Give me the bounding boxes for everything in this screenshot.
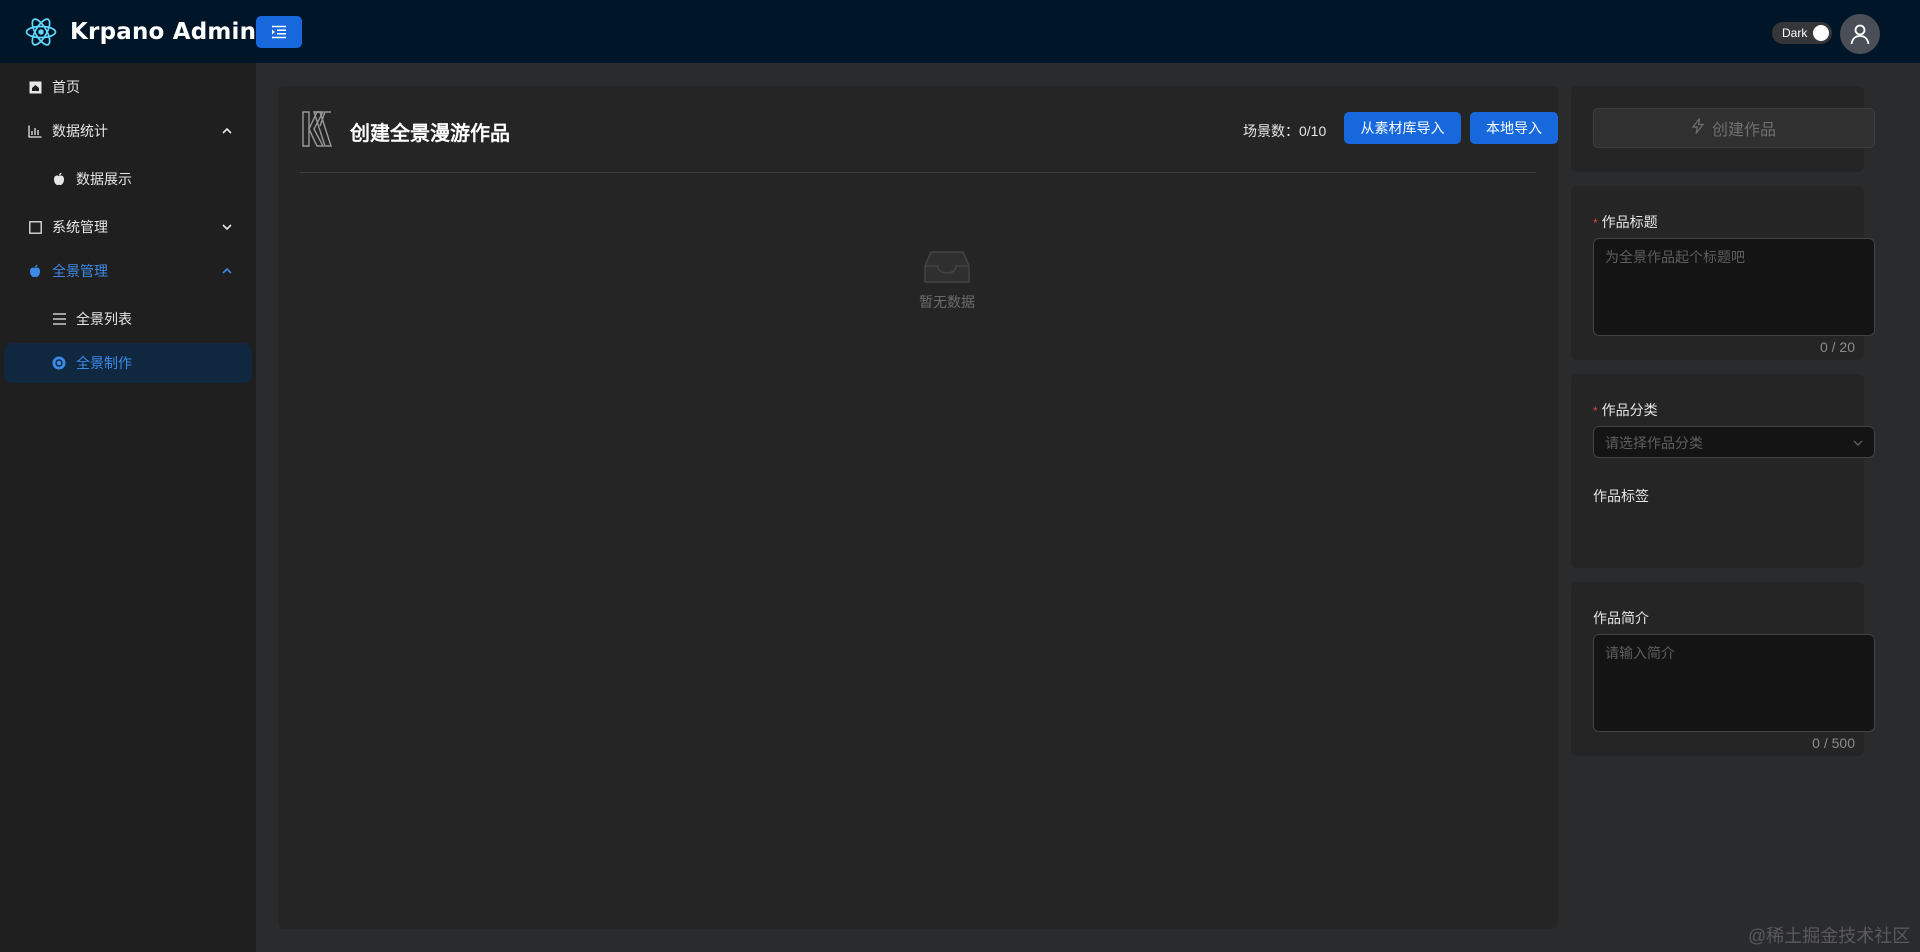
required-mark: * bbox=[1593, 404, 1598, 418]
sidebar-item-panorama-create[interactable]: 全景制作 bbox=[4, 343, 252, 383]
apple-icon bbox=[28, 264, 42, 278]
empty-state: 暂无数据 bbox=[892, 246, 1002, 312]
sidebar: 首页 数据统计 数据展示 系统管理 全景管理 全景列表 全景制作 bbox=[0, 63, 256, 952]
bar-chart-icon bbox=[28, 124, 42, 138]
user-icon bbox=[1850, 24, 1870, 45]
empty-text: 暂无数据 bbox=[919, 294, 975, 310]
thunderbolt-icon bbox=[1691, 118, 1705, 138]
sidebar-item-label: 全景制作 bbox=[76, 355, 132, 371]
theme-toggle[interactable]: Dark bbox=[1772, 22, 1832, 44]
sidebar-item-label: 全景管理 bbox=[52, 263, 108, 279]
category-select[interactable]: 请选择作品分类 bbox=[1593, 426, 1875, 458]
krpano-logo-icon bbox=[302, 111, 332, 147]
sidebar-item-panorama-list[interactable]: 全景列表 bbox=[4, 299, 252, 339]
chevron-up-icon bbox=[222, 127, 232, 134]
sidebar-item-label: 系统管理 bbox=[52, 219, 108, 235]
sidebar-item-home[interactable]: 首页 bbox=[4, 67, 252, 107]
theme-toggle-label: Dark bbox=[1782, 26, 1808, 40]
sidebar-item-label: 首页 bbox=[52, 79, 80, 95]
chevron-down-icon bbox=[1853, 440, 1863, 446]
panel-header: 创建全景漫游作品 场景数：0/10 从素材库导入 本地导入 bbox=[300, 108, 1558, 150]
title-card: * 作品标题 为全景作品起个标题吧 0 / 20 bbox=[1571, 186, 1875, 360]
title-label: * 作品标题 bbox=[1593, 212, 1658, 232]
title-label-text: 作品标题 bbox=[1601, 214, 1658, 230]
sidebar-item-label: 数据展示 bbox=[76, 171, 132, 187]
home-icon bbox=[28, 80, 42, 94]
watermark: @稀土掘金技术社区 bbox=[1748, 926, 1911, 946]
apple-icon bbox=[52, 172, 66, 186]
title-textarea[interactable]: 为全景作品起个标题吧 bbox=[1593, 238, 1875, 336]
required-mark: * bbox=[1593, 216, 1598, 230]
import-local-button[interactable]: 本地导入 bbox=[1470, 112, 1558, 144]
create-work-label: 创建作品 bbox=[1711, 122, 1776, 139]
description-card: 作品简介 请输入简介 0 / 500 bbox=[1571, 582, 1875, 756]
description-label: 作品简介 bbox=[1593, 610, 1649, 626]
scene-panel: 创建全景漫游作品 场景数：0/10 从素材库导入 本地导入 暂无数据 bbox=[278, 86, 1558, 929]
category-label: * 作品分类 bbox=[1593, 400, 1658, 420]
tags-label: 作品标签 bbox=[1593, 488, 1649, 504]
category-label-text: 作品分类 bbox=[1601, 402, 1658, 418]
create-work-button[interactable]: 创建作品 bbox=[1593, 108, 1875, 148]
list-icon bbox=[52, 312, 66, 326]
create-card: 创建作品 bbox=[1571, 86, 1875, 172]
description-textarea[interactable]: 请输入简介 bbox=[1593, 634, 1875, 732]
app-logo[interactable]: Krpano Admin bbox=[24, 15, 256, 49]
app-title: Krpano Admin bbox=[70, 18, 257, 45]
react-atom-icon bbox=[25, 17, 57, 46]
description-counter: 0 / 500 bbox=[1812, 735, 1855, 751]
category-card: * 作品分类 请选择作品分类 作品标签 bbox=[1571, 374, 1875, 568]
sidebar-item-stats[interactable]: 数据统计 bbox=[4, 111, 252, 151]
sidebar-item-label: 数据统计 bbox=[52, 123, 108, 139]
scene-count-label: 场景数： bbox=[1243, 123, 1299, 139]
category-placeholder: 请选择作品分类 bbox=[1605, 435, 1703, 451]
panorama-icon bbox=[52, 356, 66, 370]
sidebar-item-panorama[interactable]: 全景管理 bbox=[4, 251, 252, 291]
import-from-library-button[interactable]: 从素材库导入 bbox=[1344, 112, 1461, 144]
inbox-empty-icon bbox=[924, 251, 970, 283]
sidebar-item-data-display[interactable]: 数据展示 bbox=[4, 159, 252, 199]
avatar[interactable] bbox=[1840, 14, 1880, 54]
sidebar-item-system[interactable]: 系统管理 bbox=[4, 207, 252, 247]
theme-toggle-knob bbox=[1813, 25, 1829, 41]
menu-fold-icon bbox=[272, 25, 286, 39]
scene-count: 场景数：0/10 bbox=[1243, 121, 1326, 141]
top-header: Krpano Admin Dark bbox=[0, 0, 1920, 63]
menu-toggle-button[interactable] bbox=[256, 16, 302, 48]
page-title: 创建全景漫游作品 bbox=[350, 123, 510, 145]
divider bbox=[300, 172, 1536, 173]
title-counter: 0 / 20 bbox=[1819, 339, 1855, 355]
scene-count-value: 0/10 bbox=[1299, 123, 1327, 139]
chevron-up-icon bbox=[222, 267, 232, 274]
chevron-down-icon bbox=[222, 224, 232, 231]
sidebar-item-label: 全景列表 bbox=[76, 311, 132, 327]
square-icon bbox=[28, 220, 42, 234]
